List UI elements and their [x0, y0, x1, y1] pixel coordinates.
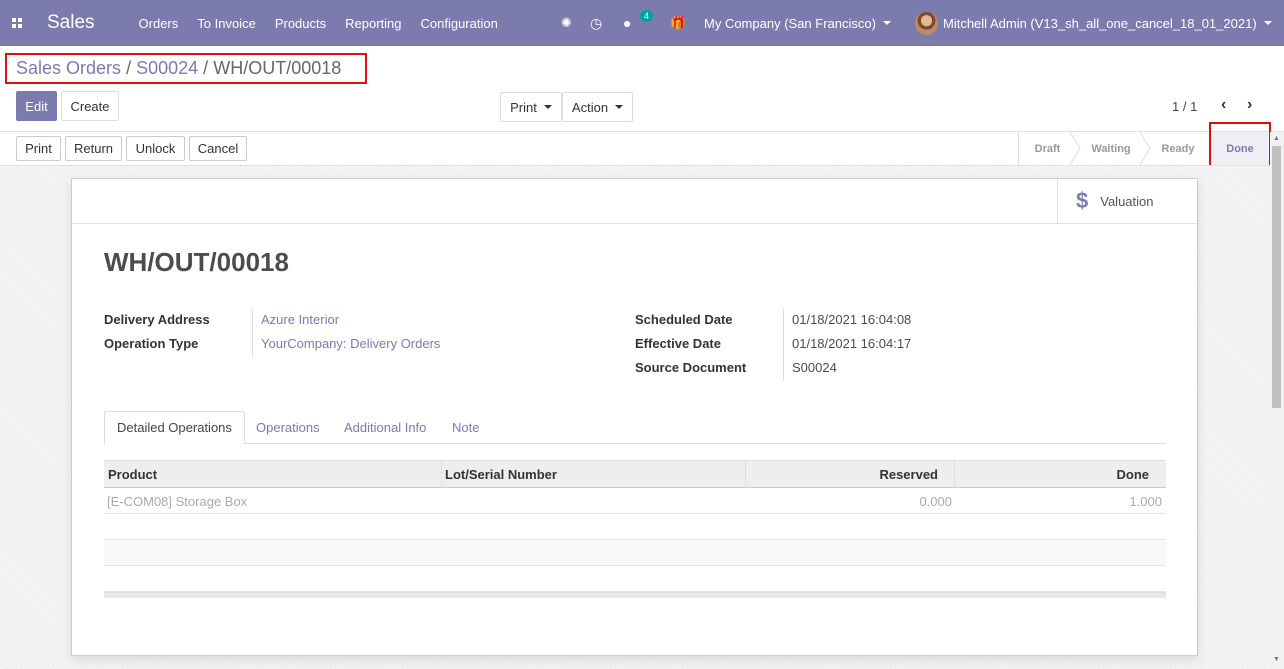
breadcrumb-separator: /: [126, 58, 132, 78]
chevron-down-icon: [615, 105, 624, 109]
create-button[interactable]: Create: [61, 91, 119, 121]
pager-value[interactable]: 1 / 1: [1172, 99, 1197, 114]
scheduled-date-value: 01/18/2021 16:04:08: [792, 312, 912, 327]
chat-count-badge: 4: [640, 10, 654, 22]
tab-additional-info[interactable]: Additional Info: [332, 411, 438, 444]
table-row-empty: [104, 514, 1166, 540]
delivery-address-value[interactable]: Azure Interior: [261, 312, 339, 327]
field-divider: [783, 309, 784, 381]
print-button[interactable]: Print: [16, 136, 61, 161]
scroll-down-icon[interactable]: ▼: [1273, 656, 1280, 663]
record-title: WH/OUT/00018: [104, 247, 289, 277]
field-divider: [252, 309, 253, 357]
chevron-down-icon: [543, 105, 552, 109]
effective-date-label: Effective Date: [635, 336, 721, 351]
chevron-down-icon: [882, 21, 891, 25]
table-row-empty: [104, 566, 1166, 592]
source-document-label: Source Document: [635, 360, 747, 375]
action-dropdown-label: Action: [571, 99, 609, 115]
tab-detailed-operations[interactable]: Detailed Operations: [104, 411, 245, 444]
top-navbar: Sales Orders To Invoice Products Reporti…: [0, 0, 1284, 46]
edit-button[interactable]: Edit: [16, 91, 57, 121]
delivery-address-label: Delivery Address: [104, 312, 210, 327]
user-name: Mitchell Admin (V13_sh_all_one_cancel_18…: [943, 15, 1257, 31]
app-brand[interactable]: Sales: [47, 12, 95, 34]
button-box-divider: [72, 223, 1197, 224]
reserved-cell: 0.000: [919, 494, 952, 509]
print-dropdown-label: Print: [510, 99, 537, 115]
return-button[interactable]: Return: [65, 136, 122, 161]
scheduled-date-label: Scheduled Date: [635, 312, 733, 327]
tab-operations[interactable]: Operations: [244, 411, 332, 444]
user-menu[interactable]: Mitchell Admin (V13_sh_all_one_cancel_18…: [915, 0, 1272, 46]
column-header-reserved[interactable]: Reserved: [879, 467, 938, 482]
unlock-button[interactable]: Unlock: [126, 136, 185, 161]
operation-type-label: Operation Type: [104, 336, 199, 351]
company-switcher[interactable]: My Company (San Francisco): [704, 0, 891, 46]
tab-note[interactable]: Note: [440, 411, 491, 444]
company-name: My Company (San Francisco): [704, 15, 876, 31]
breadcrumb-current: WH/OUT/00018: [213, 58, 342, 78]
table-footer: [104, 592, 1166, 598]
column-header-done[interactable]: Done: [1117, 467, 1150, 482]
menu-orders[interactable]: Orders: [139, 16, 179, 31]
form-sheet: $ Valuation WH/OUT/00018 Delivery Addres…: [71, 178, 1198, 656]
column-separator: [954, 461, 955, 488]
breadcrumb-order[interactable]: S00024: [136, 58, 198, 78]
table-header: Product Lot/Serial Number Reserved Done: [104, 460, 1166, 488]
apps-menu-icon[interactable]: [0, 0, 34, 46]
activity-clock-icon[interactable]: ◷: [590, 0, 602, 46]
column-header-product[interactable]: Product: [108, 467, 157, 482]
table-row[interactable]: [E-COM08] Storage Box 0.000 1.000: [104, 488, 1166, 514]
menu-to-invoice[interactable]: To Invoice: [197, 16, 256, 31]
dollar-icon: $: [1076, 188, 1089, 213]
scrollbar-thumb[interactable]: [1272, 146, 1281, 408]
gift-icon[interactable]: 🎁: [670, 0, 686, 46]
debug-bug-icon[interactable]: ✺: [561, 0, 572, 46]
menu-configuration[interactable]: Configuration: [421, 16, 498, 31]
menu-reporting[interactable]: Reporting: [345, 16, 401, 31]
valuation-label: Valuation: [1100, 193, 1154, 209]
table-row-empty: [104, 540, 1166, 566]
action-dropdown[interactable]: Action: [562, 92, 633, 122]
breadcrumb-separator: /: [203, 58, 209, 78]
breadcrumb-sales-orders[interactable]: Sales Orders: [16, 58, 121, 78]
operation-type-value[interactable]: YourCompany: Delivery Orders: [261, 336, 440, 351]
chat-bubble-icon[interactable]: ●: [623, 0, 631, 46]
column-separator: [745, 461, 746, 488]
print-dropdown[interactable]: Print: [500, 92, 562, 122]
column-separator: [441, 461, 442, 488]
valuation-button[interactable]: $ Valuation: [1057, 179, 1169, 223]
stage-ready: Ready: [1161, 142, 1195, 155]
source-document-value: S00024: [792, 360, 837, 375]
column-header-lot[interactable]: Lot/Serial Number: [445, 467, 557, 482]
chevron-down-icon: [1263, 21, 1272, 25]
scroll-up-icon[interactable]: ▲: [1273, 135, 1280, 142]
cancel-button[interactable]: Cancel: [189, 136, 247, 161]
stage-draft: Draft: [1018, 132, 1076, 165]
product-cell: [E-COM08] Storage Box: [107, 494, 248, 509]
pager-previous-icon[interactable]: ‹: [1221, 96, 1226, 114]
avatar: [915, 11, 938, 35]
effective-date-value: 01/18/2021 16:04:17: [792, 336, 912, 351]
stage-waiting: Waiting: [1091, 142, 1131, 155]
breadcrumb: Sales Orders / S00024 / WH/OUT/00018: [5, 53, 367, 84]
pager-next-icon[interactable]: ›: [1247, 96, 1252, 114]
menu-products[interactable]: Products: [275, 16, 326, 31]
done-cell: 1.000: [1129, 494, 1162, 509]
